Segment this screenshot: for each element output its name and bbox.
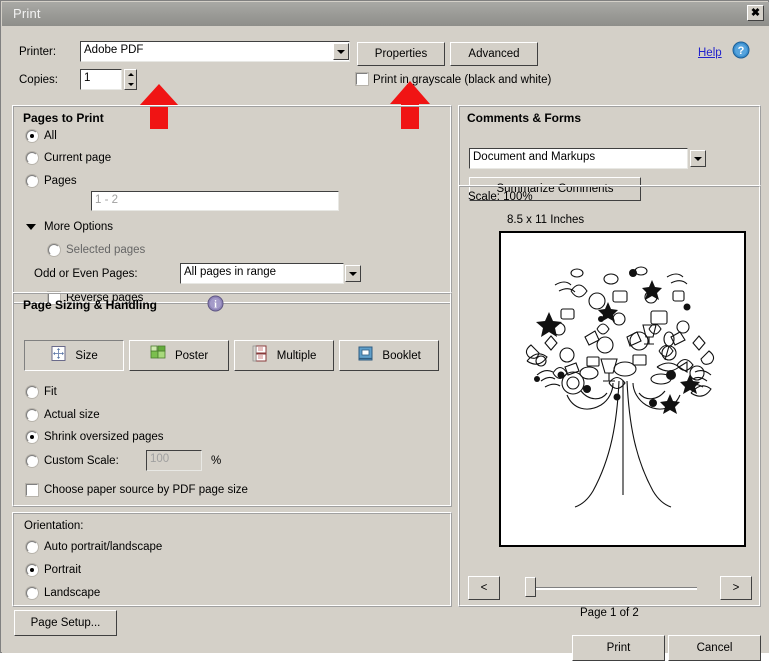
sizing-tab-poster-label: Poster — [174, 349, 209, 362]
size-icon — [51, 346, 66, 361]
radio-fit-label: Fit — [44, 386, 57, 398]
page-setup-button[interactable]: Page Setup... — [14, 610, 117, 636]
window-title: Print — [13, 6, 41, 21]
radio-all-label: All — [44, 130, 57, 142]
radio-portrait-label: Portrait — [44, 564, 82, 576]
radio-auto-orientation-label: Auto portrait/landscape — [44, 541, 163, 553]
title-bar: Print ✖ — [2, 2, 769, 26]
radio-current-page-label: Current page — [44, 152, 112, 164]
odd-even-dropdown[interactable]: All pages in range — [180, 263, 344, 284]
paper-source-checkbox[interactable] — [26, 484, 38, 496]
more-options-chevron-down-icon[interactable] — [26, 224, 36, 230]
radio-landscape-label: Landscape — [44, 587, 101, 599]
comments-forms-dropdown[interactable]: Document and Markups — [469, 148, 688, 169]
print-dialog-window: Print ✖ Printer: Adobe PDF Properties Ad… — [0, 0, 769, 661]
next-page-button[interactable]: > — [720, 576, 752, 600]
prev-page-button[interactable]: < — [468, 576, 500, 600]
page-sizing-group — [12, 292, 452, 507]
radio-auto-orientation[interactable] — [26, 541, 38, 553]
more-options-label[interactable]: More Options — [44, 221, 113, 233]
radio-actual-size[interactable] — [26, 409, 38, 421]
radio-fit[interactable] — [26, 386, 38, 398]
radio-custom-scale-label: Custom Scale: — [44, 455, 119, 467]
radio-current-page[interactable] — [26, 152, 38, 164]
tree-illustration — [501, 233, 744, 545]
page-slider-thumb[interactable] — [525, 577, 536, 597]
copies-input[interactable]: 1 — [80, 69, 122, 90]
preview-scale-label: Scale: 100% — [468, 191, 533, 203]
printer-dropdown[interactable]: Adobe PDF — [80, 41, 350, 62]
print-button[interactable]: Print — [572, 635, 665, 661]
page-slider-track[interactable] — [530, 587, 697, 590]
radio-pages-label: Pages — [44, 175, 77, 187]
copies-label: Copies: — [19, 74, 58, 86]
sizing-tab-booklet[interactable]: Booklet — [339, 340, 439, 371]
page-sizing-title: Page Sizing & Handling — [23, 298, 158, 312]
printer-label: Printer: — [19, 46, 57, 58]
grayscale-label: Print in grayscale (black and white) — [373, 74, 552, 86]
info-circle-icon[interactable]: i — [207, 295, 224, 312]
odd-even-dropdown-arrow-icon[interactable] — [345, 265, 361, 282]
dialog-body: Printer: Adobe PDF Properties Advanced H… — [2, 26, 769, 661]
pages-range-input[interactable]: 1 - 2 — [91, 191, 339, 211]
booklet-icon — [358, 346, 373, 361]
radio-all[interactable] — [26, 130, 38, 142]
sizing-tab-size-label: Size — [75, 349, 98, 362]
percent-label: % — [211, 455, 222, 467]
poster-icon — [150, 345, 166, 359]
grayscale-checkbox[interactable] — [356, 73, 368, 85]
multiple-icon — [252, 345, 267, 362]
custom-scale-input[interactable]: 100 — [146, 450, 202, 471]
sizing-tab-booklet-label: Booklet — [382, 349, 421, 362]
sizing-tab-multiple[interactable]: Multiple — [234, 340, 334, 371]
advanced-button[interactable]: Advanced — [450, 42, 538, 66]
comments-forms-title: Comments & Forms — [467, 111, 582, 125]
help-link[interactable]: Help — [698, 47, 722, 59]
radio-custom-scale[interactable] — [26, 455, 38, 467]
radio-landscape[interactable] — [26, 587, 38, 599]
cancel-button[interactable]: Cancel — [668, 635, 761, 661]
sizing-tab-size[interactable]: Size — [24, 340, 124, 371]
page-indicator: Page 1 of 2 — [580, 607, 639, 619]
radio-pages[interactable] — [26, 175, 38, 187]
sizing-tab-multiple-label: Multiple — [276, 349, 317, 362]
properties-button[interactable]: Properties — [357, 42, 445, 66]
question-circle-icon[interactable]: ? — [732, 41, 750, 59]
orientation-title: Orientation: — [24, 520, 84, 532]
pages-to-print-title: Pages to Print — [23, 111, 104, 125]
svg-text:i: i — [214, 300, 217, 311]
printer-dropdown-arrow-icon[interactable] — [333, 43, 349, 60]
copies-stepper[interactable] — [124, 69, 137, 90]
page-preview — [499, 231, 746, 547]
radio-shrink-oversized[interactable] — [26, 431, 38, 443]
svg-text:?: ? — [738, 45, 745, 57]
preview-size-label: 8.5 x 11 Inches — [507, 214, 585, 226]
sizing-tab-poster[interactable]: Poster — [129, 340, 229, 371]
radio-portrait[interactable] — [26, 564, 38, 576]
paper-source-label: Choose paper source by PDF page size — [44, 484, 248, 496]
radio-actual-size-label: Actual size — [44, 409, 100, 421]
radio-shrink-oversized-label: Shrink oversized pages — [44, 431, 164, 443]
radio-selected-pages[interactable] — [48, 244, 60, 256]
close-icon[interactable]: ✖ — [747, 5, 764, 21]
comments-forms-dropdown-arrow-icon[interactable] — [690, 150, 706, 167]
radio-selected-pages-label: Selected pages — [66, 244, 146, 256]
odd-even-label: Odd or Even Pages: — [34, 268, 138, 280]
